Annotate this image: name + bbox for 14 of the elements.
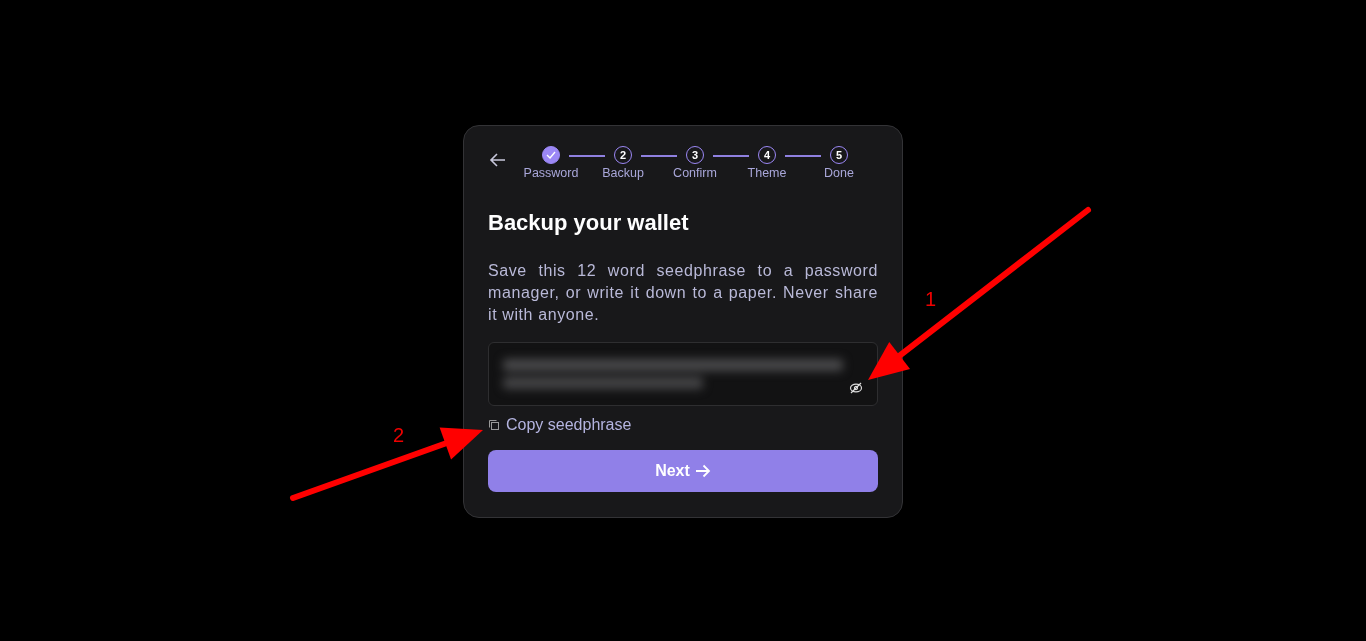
eye-off-icon[interactable] [849, 381, 863, 395]
annotation-number: 2 [393, 424, 405, 447]
copy-seedphrase-link[interactable]: Copy seedphrase [488, 416, 878, 434]
description-text: Save this 12 word seedphrase to a password manager, or write it down to a paper. Never share it with anyone. [488, 261, 878, 325]
copy-icon [488, 419, 500, 431]
step-label: Theme [747, 166, 787, 180]
check-icon [546, 151, 556, 159]
step-label: Password [523, 166, 579, 180]
annotation-number: 1 [925, 288, 937, 311]
step-label: Done [824, 166, 854, 180]
page-title: Backup your wallet [488, 210, 690, 236]
step-label: Backup [602, 166, 644, 180]
arrow-right-icon [694, 464, 711, 478]
step-label: Confirm [673, 166, 717, 180]
